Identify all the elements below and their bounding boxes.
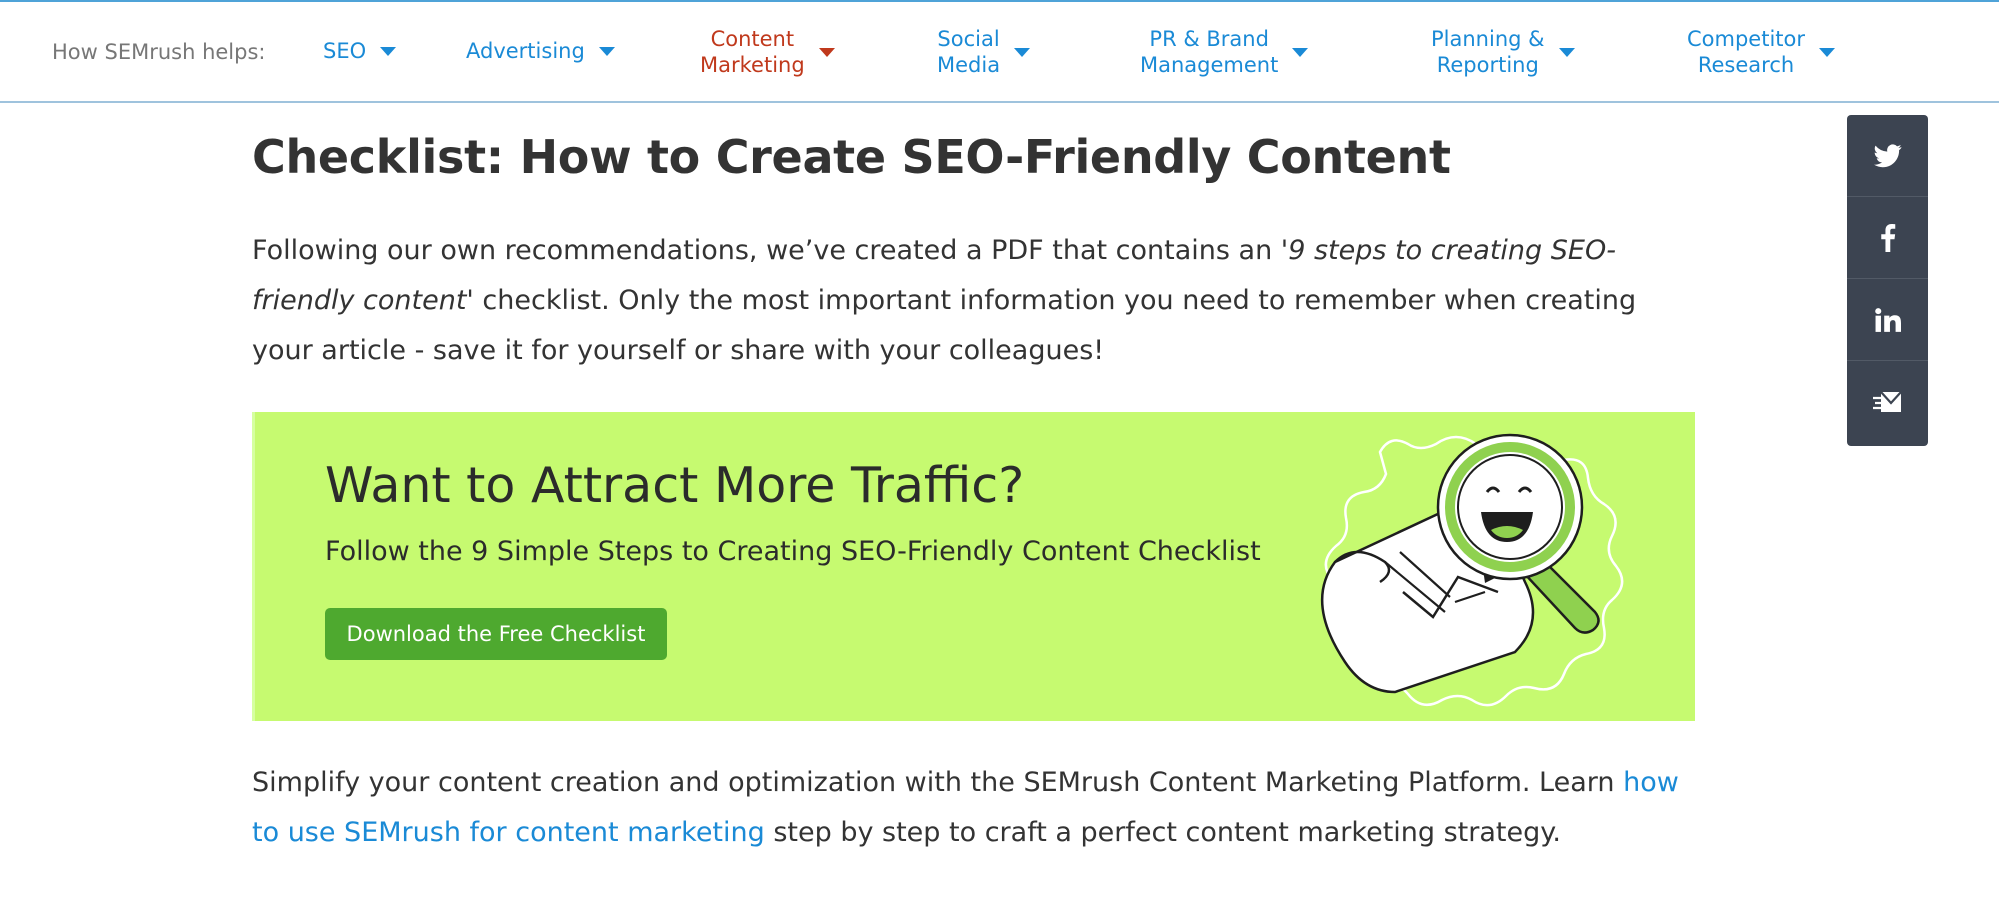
outro-paragraph: Simplify your content creation and optim… xyxy=(252,758,1692,858)
nav-item-advertising[interactable]: Advertising xyxy=(466,38,615,64)
nav-item-label: Planning & Reporting xyxy=(1431,27,1545,77)
nav-item-label: Social Media xyxy=(937,27,1001,77)
intro-paragraph: Following our own recommendations, we’ve… xyxy=(252,226,1692,376)
intro-text-start: Following our own recommendations, we’ve… xyxy=(252,235,1289,266)
banner-subtitle: Follow the 9 Simple Steps to Creating SE… xyxy=(325,536,1261,567)
caret-down-icon xyxy=(1292,47,1309,57)
twitter-icon xyxy=(1873,143,1902,167)
share-facebook-button[interactable] xyxy=(1847,197,1928,279)
nav-item-label: Content Marketing xyxy=(700,27,805,77)
nav-lead-text: How SEMrush helps: xyxy=(52,40,266,64)
nav-item-label: SEO xyxy=(323,39,367,63)
share-bar xyxy=(1847,115,1928,446)
caret-down-icon xyxy=(818,47,835,57)
nav-item-content-marketing[interactable]: Content Marketing xyxy=(700,26,835,78)
nav-item-seo[interactable]: SEO xyxy=(323,38,397,64)
share-email-button[interactable] xyxy=(1847,361,1928,443)
nav-item-social-media[interactable]: Social Media xyxy=(937,26,1031,78)
nav-item-label: PR & Brand Management xyxy=(1140,27,1279,77)
outro-text-start: Simplify your content creation and optim… xyxy=(252,767,1624,798)
download-checklist-button[interactable]: Download the Free Checklist xyxy=(325,608,667,660)
caret-down-icon xyxy=(380,46,397,56)
nav-item-pr-brand-management[interactable]: PR & Brand Management xyxy=(1140,26,1309,78)
banner-title: Want to Attract More Traffic? xyxy=(325,457,1025,514)
nav-item-label: Competitor Research xyxy=(1687,27,1806,77)
share-linkedin-button[interactable] xyxy=(1847,279,1928,361)
top-navigation: How SEMrush helps: SEO Advertising Conte… xyxy=(0,2,1999,103)
caret-down-icon xyxy=(598,46,615,56)
outro-text-end: step by step to craft a perfect content … xyxy=(764,817,1561,848)
page-title: Checklist: How to Create SEO-Friendly Co… xyxy=(252,130,1451,184)
nav-item-label: Advertising xyxy=(466,39,585,63)
facebook-icon xyxy=(1880,223,1895,252)
caret-down-icon xyxy=(1558,47,1575,57)
nav-item-competitor-research[interactable]: Competitor Research xyxy=(1687,26,1836,78)
caret-down-icon xyxy=(1014,47,1031,57)
nav-item-planning-reporting[interactable]: Planning & Reporting xyxy=(1431,26,1575,78)
magnifier-mascot-illustration xyxy=(1320,433,1624,707)
checklist-banner: Want to Attract More Traffic? Follow the… xyxy=(252,412,1695,721)
caret-down-icon xyxy=(1819,47,1836,57)
linkedin-icon xyxy=(1874,307,1901,332)
email-icon xyxy=(1872,391,1902,412)
share-twitter-button[interactable] xyxy=(1847,115,1928,197)
